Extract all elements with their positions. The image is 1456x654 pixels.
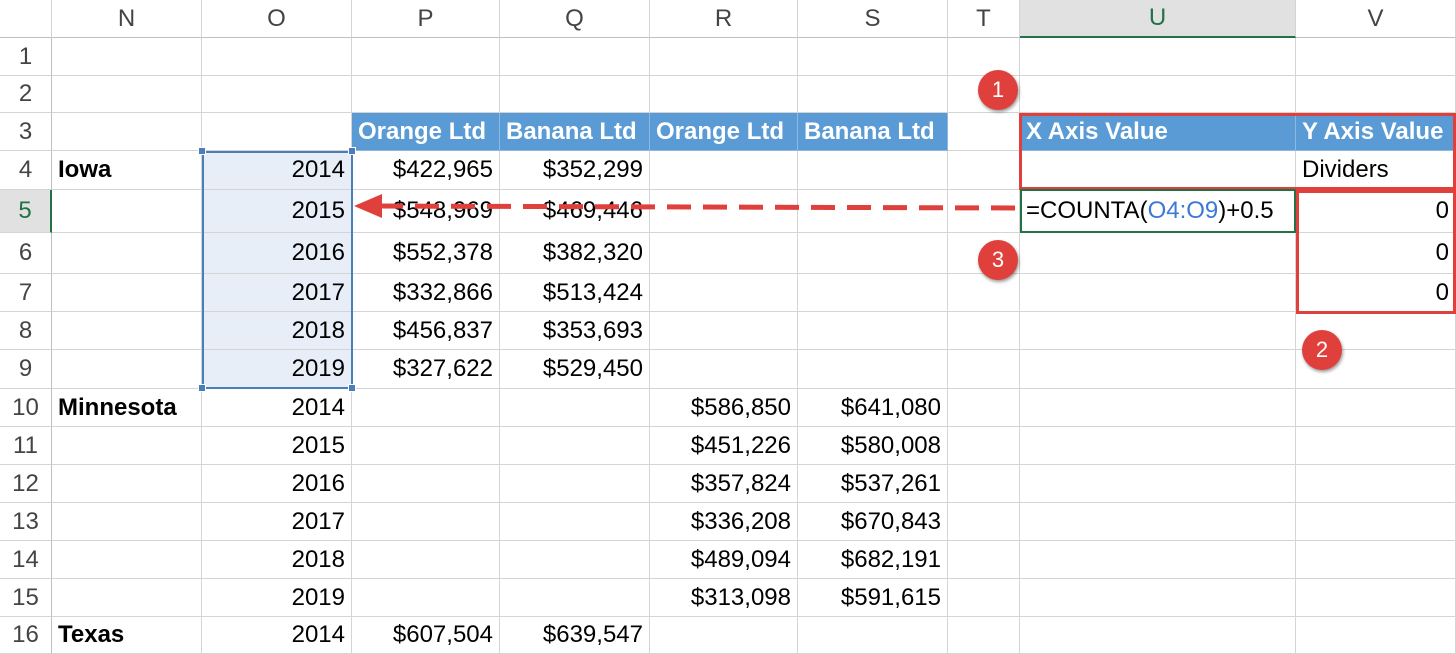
callout-2: 2 — [1302, 330, 1342, 370]
reference-arrow — [354, 194, 1016, 218]
callout-1: 1 — [978, 70, 1018, 110]
callout-3: 3 — [978, 240, 1018, 280]
